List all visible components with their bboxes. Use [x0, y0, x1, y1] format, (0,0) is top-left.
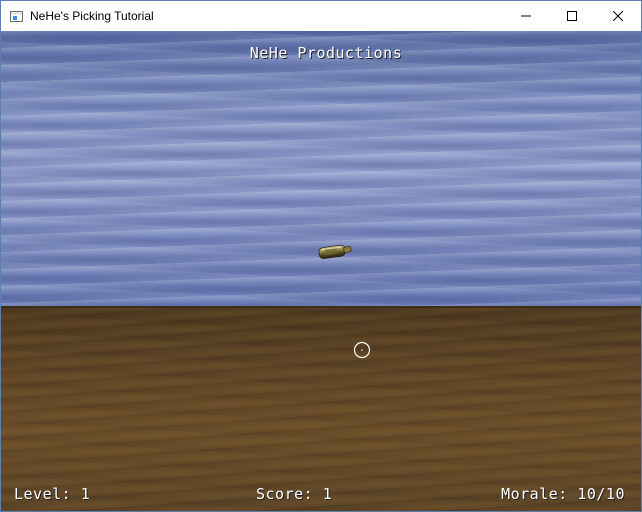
- minimize-icon: [521, 15, 531, 17]
- ground-background: [1, 307, 641, 511]
- hud-score: Score: 1: [256, 485, 333, 503]
- close-button[interactable]: [595, 1, 641, 31]
- crosshair-cursor: [353, 341, 371, 359]
- bottle-target[interactable]: [317, 242, 353, 260]
- maximize-button[interactable]: [549, 1, 595, 31]
- sky-background: [1, 31, 641, 307]
- window-title: NeHe's Picking Tutorial: [30, 9, 154, 23]
- horizon-line: [1, 306, 641, 308]
- hud-title: NeHe Productions: [249, 44, 403, 62]
- game-window: NeHe's Picking Tutorial NeHe Productions: [0, 0, 642, 512]
- game-viewport[interactable]: NeHe Productions Level: 1 Score: 1 Moral…: [1, 31, 641, 511]
- hud-morale: Morale: 10/10: [501, 485, 625, 503]
- hud-level: Level: 1: [14, 485, 91, 503]
- app-window-icon: [10, 10, 23, 22]
- maximize-icon: [567, 11, 577, 21]
- title-bar[interactable]: NeHe's Picking Tutorial: [1, 1, 641, 31]
- minimize-button[interactable]: [503, 1, 549, 31]
- close-icon: [613, 11, 623, 21]
